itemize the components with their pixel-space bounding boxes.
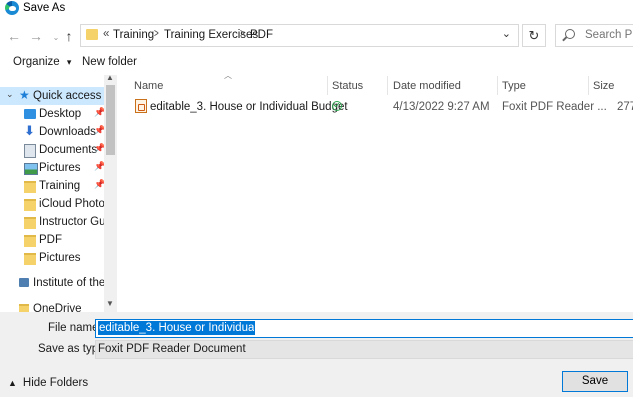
column-header-type[interactable]: Type <box>502 80 526 92</box>
column-header-name[interactable]: Name <box>134 80 163 92</box>
sidebar-item-label: OneDrive <box>33 303 82 312</box>
sidebar-item-instructor-guide[interactable]: Instructor Guide <box>0 213 117 231</box>
sidebar-item-label: Documents <box>39 144 98 156</box>
file-size: 277 <box>617 101 633 113</box>
address-bar[interactable]: « Training > Training Exercises > PDF ⌄ <box>80 24 519 47</box>
navigation-pane: ⌄ ★ Quick access Desktop 📌 ⬇ Downloads 📌… <box>0 86 117 312</box>
file-name-label: File name: <box>48 322 102 334</box>
folder-icon <box>24 235 36 247</box>
column-divider[interactable] <box>497 76 498 95</box>
column-header-status[interactable]: Status <box>332 80 363 92</box>
sidebar-item-label: Quick access <box>33 90 102 102</box>
forward-arrow-icon[interactable]: → <box>27 27 45 45</box>
save-as-type-value: Foxit PDF Reader Document <box>98 343 246 355</box>
folder-icon <box>19 304 29 312</box>
window-title: Save As <box>23 2 66 14</box>
sidebar-item-pictures[interactable]: Pictures 📌 <box>0 159 105 177</box>
sync-status-icon <box>332 101 342 111</box>
sidebar-item-label: Desktop <box>39 108 82 120</box>
folder-icon <box>24 253 36 265</box>
file-type: Foxit PDF Reader ... <box>502 101 607 113</box>
sidebar-item-label: Pictures <box>39 162 81 174</box>
column-divider[interactable] <box>588 76 589 95</box>
sidebar-item-quick-access[interactable]: ⌄ ★ Quick access <box>0 87 104 105</box>
chevron-down-icon[interactable]: ⌄ <box>6 89 14 100</box>
organize-button[interactable]: Organize ▾ <box>13 56 71 68</box>
sidebar-item-label: Pictures <box>39 252 81 264</box>
address-dropdown-icon[interactable]: ⌄ <box>502 27 511 40</box>
file-name-field[interactable] <box>95 319 633 338</box>
network-icon <box>19 278 29 287</box>
breadcrumb-pdf[interactable]: PDF <box>250 29 273 41</box>
star-icon: ★ <box>19 88 30 102</box>
file-name: editable_3. House or Individual Budget <box>150 101 348 113</box>
sidebar-item-onedrive[interactable]: OneDrive <box>0 300 104 312</box>
sidebar-item-icloud-photos[interactable]: iCloud Photos <box>0 195 111 213</box>
pictures-icon <box>24 163 38 175</box>
scroll-down-icon[interactable]: ▼ <box>106 299 114 308</box>
sidebar-item-pictures-folder[interactable]: Pictures <box>0 249 104 267</box>
save-as-type-select[interactable]: Foxit PDF Reader Document <box>95 340 633 359</box>
breadcrumb-training[interactable]: Training <box>113 29 154 41</box>
sidebar-item-downloads[interactable]: ⬇ Downloads 📌 <box>0 123 105 141</box>
hide-folders-label: Hide Folders <box>22 377 89 389</box>
refresh-button[interactable]: ↻ <box>522 24 546 47</box>
hide-folders-button[interactable]: ▲ Hide Folders <box>8 377 88 389</box>
documents-icon <box>24 144 36 158</box>
desktop-icon <box>24 109 36 119</box>
folder-icon <box>24 181 36 193</box>
sidebar-item-label: Downloads <box>39 126 96 138</box>
column-header-size[interactable]: Size <box>593 80 614 92</box>
sidebar-item-label: Training <box>39 180 81 192</box>
sidebar-item-documents[interactable]: Documents 📌 <box>0 141 105 159</box>
folder-icon <box>24 217 36 229</box>
sidebar-scrollbar[interactable]: ▲ ▼ <box>104 73 117 312</box>
back-arrow-icon[interactable]: ← <box>5 27 23 45</box>
file-date: 4/13/2022 9:27 AM <box>393 101 490 113</box>
pdf-file-icon <box>135 99 147 113</box>
column-divider[interactable] <box>327 76 328 95</box>
sort-ascending-icon: ︿ <box>224 71 232 80</box>
search-icon <box>565 29 575 39</box>
search-input[interactable] <box>585 29 633 41</box>
chevron-up-icon: ▲ <box>8 378 17 388</box>
sidebar-item-label: PDF <box>39 234 62 246</box>
organize-label: Organize <box>13 56 60 68</box>
scroll-up-icon[interactable]: ▲ <box>106 73 114 82</box>
folder-icon <box>86 29 98 40</box>
folder-icon <box>24 199 36 211</box>
sidebar-item-pdf[interactable]: PDF <box>0 231 104 249</box>
scrollbar-thumb[interactable] <box>106 85 115 155</box>
save-button[interactable]: Save <box>562 371 628 392</box>
file-name-input[interactable] <box>98 321 255 335</box>
download-icon: ⬇ <box>24 123 35 138</box>
sidebar-item-training[interactable]: Training 📌 <box>0 177 105 195</box>
sidebar-item-institute[interactable]: Institute of the Sis <box>0 274 117 292</box>
up-arrow-icon[interactable]: ↑ <box>60 27 78 45</box>
title-bar: Save As <box>0 0 633 18</box>
chevron-down-icon: ▾ <box>66 57 72 67</box>
overflow-chevron-icon[interactable]: « <box>103 28 109 40</box>
breadcrumb-separator-icon: > <box>154 28 159 40</box>
sidebar-item-label: iCloud Photos <box>39 198 111 210</box>
edge-icon <box>5 1 19 15</box>
column-divider[interactable] <box>387 76 388 95</box>
sidebar-item-desktop[interactable]: Desktop 📌 <box>0 105 105 123</box>
file-row[interactable]: editable_3. House or Individual Budget 4… <box>131 96 633 116</box>
search-box[interactable] <box>555 24 633 47</box>
column-header-date-modified[interactable]: Date modified <box>393 80 461 92</box>
new-folder-button[interactable]: New folder <box>82 56 137 68</box>
breadcrumb-separator-icon: > <box>240 28 245 40</box>
